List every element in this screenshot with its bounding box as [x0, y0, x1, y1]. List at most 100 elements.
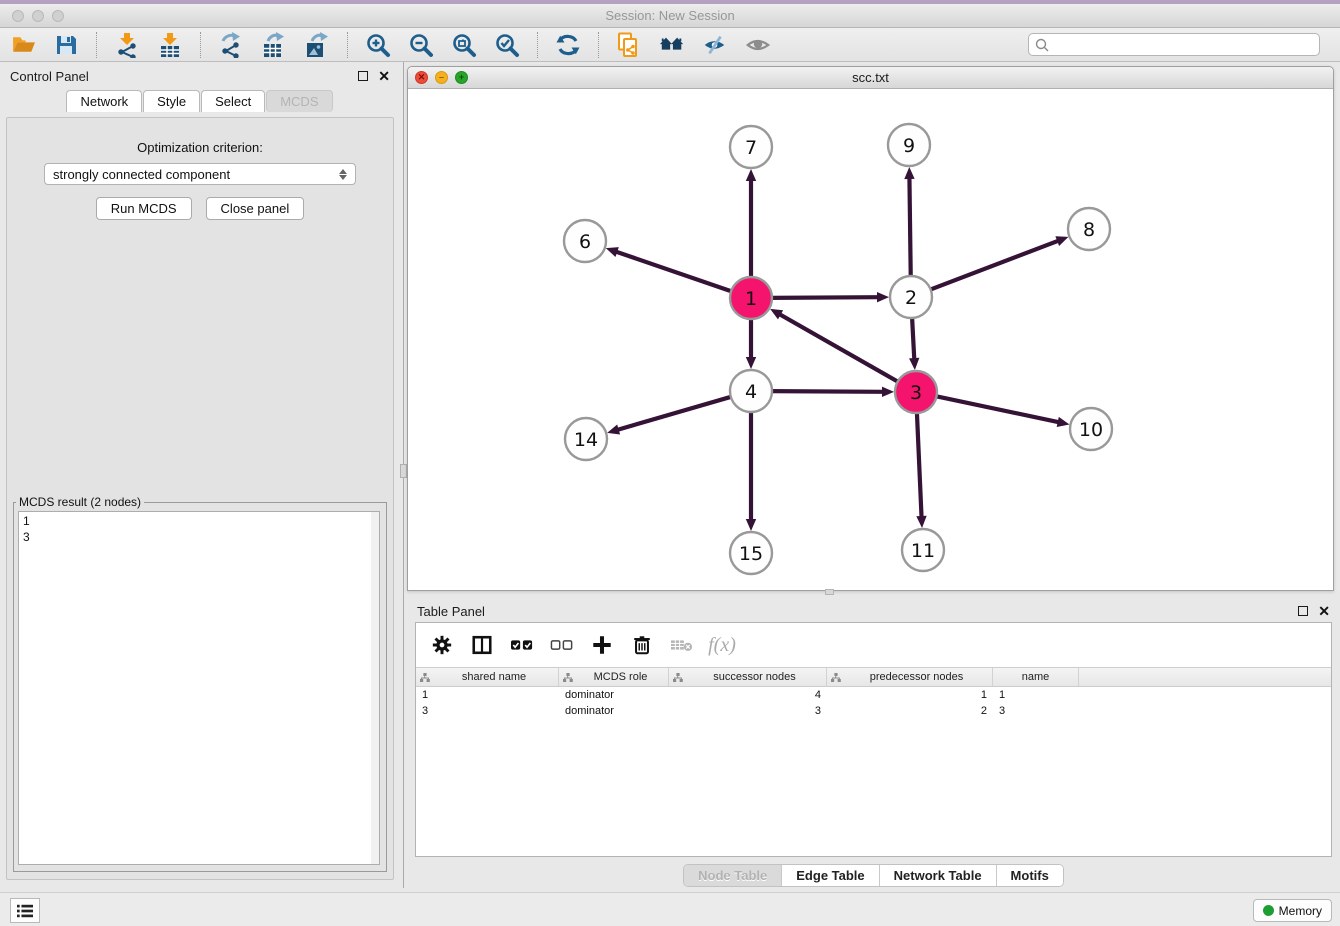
cell-name[interactable]: 1: [993, 687, 1079, 703]
edge-2-9[interactable]: [909, 178, 910, 278]
edge-2-3[interactable]: [912, 316, 914, 359]
graph-node-1[interactable]: 1: [730, 277, 772, 319]
graph-node-4[interactable]: 4: [730, 370, 772, 412]
edge-3-10[interactable]: [935, 396, 1059, 422]
edge-4-3[interactable]: [770, 391, 883, 392]
cell-predecessor-nodes[interactable]: 1: [827, 687, 993, 703]
task-history-button[interactable]: [10, 898, 40, 923]
edge-3-1[interactable]: [780, 314, 900, 382]
svg-text:8: 8: [1083, 219, 1095, 241]
column-header-predecessor-nodes[interactable]: predecessor nodes: [827, 668, 993, 686]
table-tabs: Node TableEdge TableNetwork TableMotifs: [407, 864, 1340, 887]
list-icon: [16, 903, 34, 919]
table-settings-gear-icon[interactable]: [430, 633, 454, 657]
search-field[interactable]: [1028, 33, 1320, 56]
edge-4-14[interactable]: [618, 396, 733, 429]
control-tab-style[interactable]: Style: [143, 90, 200, 112]
memory-button[interactable]: Memory: [1253, 899, 1332, 922]
home-layout-icon[interactable]: [659, 32, 685, 58]
export-network-icon[interactable]: [218, 32, 244, 58]
function-builder-icon: f(x): [710, 633, 734, 657]
table-panel-title: Table Panel: [417, 604, 485, 619]
hide-eye-icon[interactable]: [702, 32, 728, 58]
table-row-2[interactable]: 3dominator323: [416, 703, 1331, 719]
cell-MCDS-role[interactable]: dominator: [559, 703, 669, 719]
cell-successor-nodes[interactable]: 3: [669, 703, 827, 719]
splitter-grip[interactable]: [400, 464, 407, 478]
float-table-panel-icon[interactable]: [1298, 606, 1308, 616]
open-session-icon[interactable]: [10, 32, 36, 58]
control-tab-mcds[interactable]: MCDS: [266, 90, 332, 112]
refresh-layout-icon[interactable]: [555, 32, 581, 58]
column-header-MCDS-role[interactable]: MCDS role: [559, 668, 669, 686]
result-scrollbar[interactable]: [371, 512, 379, 864]
tab-edge-table[interactable]: Edge Table: [781, 865, 878, 886]
tab-node-table[interactable]: Node Table: [684, 865, 781, 886]
show-eye-icon[interactable]: [745, 32, 771, 58]
zoom-in-icon[interactable]: [365, 32, 391, 58]
show-columns-icon[interactable]: [470, 633, 494, 657]
toolbar-separator: [347, 32, 348, 58]
create-column-icon[interactable]: [590, 633, 614, 657]
column-header-successor-nodes[interactable]: successor nodes: [669, 668, 827, 686]
export-image-icon[interactable]: [304, 32, 330, 58]
svg-text:10: 10: [1079, 419, 1103, 441]
graph-node-10[interactable]: 10: [1070, 408, 1112, 450]
graph-node-11[interactable]: 11: [902, 529, 944, 571]
float-panel-icon[interactable]: [358, 71, 368, 81]
column-header-name[interactable]: name: [993, 668, 1079, 686]
zoom-fit-icon[interactable]: [451, 32, 477, 58]
graph-node-3[interactable]: 3: [895, 371, 937, 413]
graph-node-8[interactable]: 8: [1068, 208, 1110, 250]
tab-network-table[interactable]: Network Table: [879, 865, 996, 886]
search-input[interactable]: [1053, 38, 1313, 52]
clone-network-icon[interactable]: [616, 32, 642, 58]
control-tab-select[interactable]: Select: [201, 90, 265, 112]
mcds-result-text[interactable]: 1 3: [18, 511, 380, 865]
zoom-out-icon[interactable]: [408, 32, 434, 58]
edge-3-11[interactable]: [917, 411, 922, 517]
network-window-titlebar[interactable]: ✕ – + scc.txt: [408, 67, 1333, 89]
vertical-splitter[interactable]: [400, 62, 407, 888]
import-table-icon[interactable]: [157, 32, 183, 58]
edge-1-6[interactable]: [616, 252, 733, 292]
run-mcds-button[interactable]: Run MCDS: [96, 197, 192, 220]
toolbar-separator: [537, 32, 538, 58]
zoom-selected-icon[interactable]: [494, 32, 520, 58]
control-tab-network[interactable]: Network: [66, 90, 142, 112]
horizontal-splitter-grip[interactable]: [825, 589, 834, 595]
select-stepper-icon: [339, 169, 347, 180]
app-titlebar: Session: New Session: [0, 4, 1340, 28]
import-network-icon[interactable]: [114, 32, 140, 58]
column-header-shared-name[interactable]: shared name: [416, 668, 559, 686]
export-table-icon[interactable]: [261, 32, 287, 58]
edge-2-8[interactable]: [929, 241, 1058, 290]
control-panel: Control Panel ✕ NetworkStyleSelectMCDS O…: [0, 62, 400, 888]
cell-successor-nodes[interactable]: 4: [669, 687, 827, 703]
graph-node-2[interactable]: 2: [890, 276, 932, 318]
select-all-icon[interactable]: [510, 633, 534, 657]
close-panel-icon[interactable]: ✕: [378, 71, 390, 81]
graph-node-7[interactable]: 7: [730, 126, 772, 168]
cell-name[interactable]: 3: [993, 703, 1079, 719]
svg-text:15: 15: [739, 543, 763, 565]
cell-MCDS-role[interactable]: dominator: [559, 687, 669, 703]
deselect-all-icon[interactable]: [550, 633, 574, 657]
graph-node-9[interactable]: 9: [888, 124, 930, 166]
close-table-panel-icon[interactable]: ✕: [1318, 606, 1330, 616]
cell-shared-name[interactable]: 3: [416, 703, 559, 719]
tab-motifs[interactable]: Motifs: [996, 865, 1063, 886]
table-row-1[interactable]: 1dominator411: [416, 687, 1331, 703]
save-session-icon[interactable]: [53, 32, 79, 58]
mcds-result-group: MCDS result (2 nodes) 1 3: [13, 495, 387, 872]
delete-column-trash-icon[interactable]: [630, 633, 654, 657]
graph-node-15[interactable]: 15: [730, 532, 772, 574]
edge-1-2[interactable]: [770, 297, 878, 298]
cell-predecessor-nodes[interactable]: 2: [827, 703, 993, 719]
network-graph-canvas[interactable]: 1 2 3 4 6 7 8 9 10 11 14 15: [408, 89, 1333, 590]
graph-node-14[interactable]: 14: [565, 418, 607, 460]
criterion-select[interactable]: strongly connected component: [44, 163, 356, 185]
cell-shared-name[interactable]: 1: [416, 687, 559, 703]
graph-node-6[interactable]: 6: [564, 220, 606, 262]
close-panel-button[interactable]: Close panel: [206, 197, 305, 220]
